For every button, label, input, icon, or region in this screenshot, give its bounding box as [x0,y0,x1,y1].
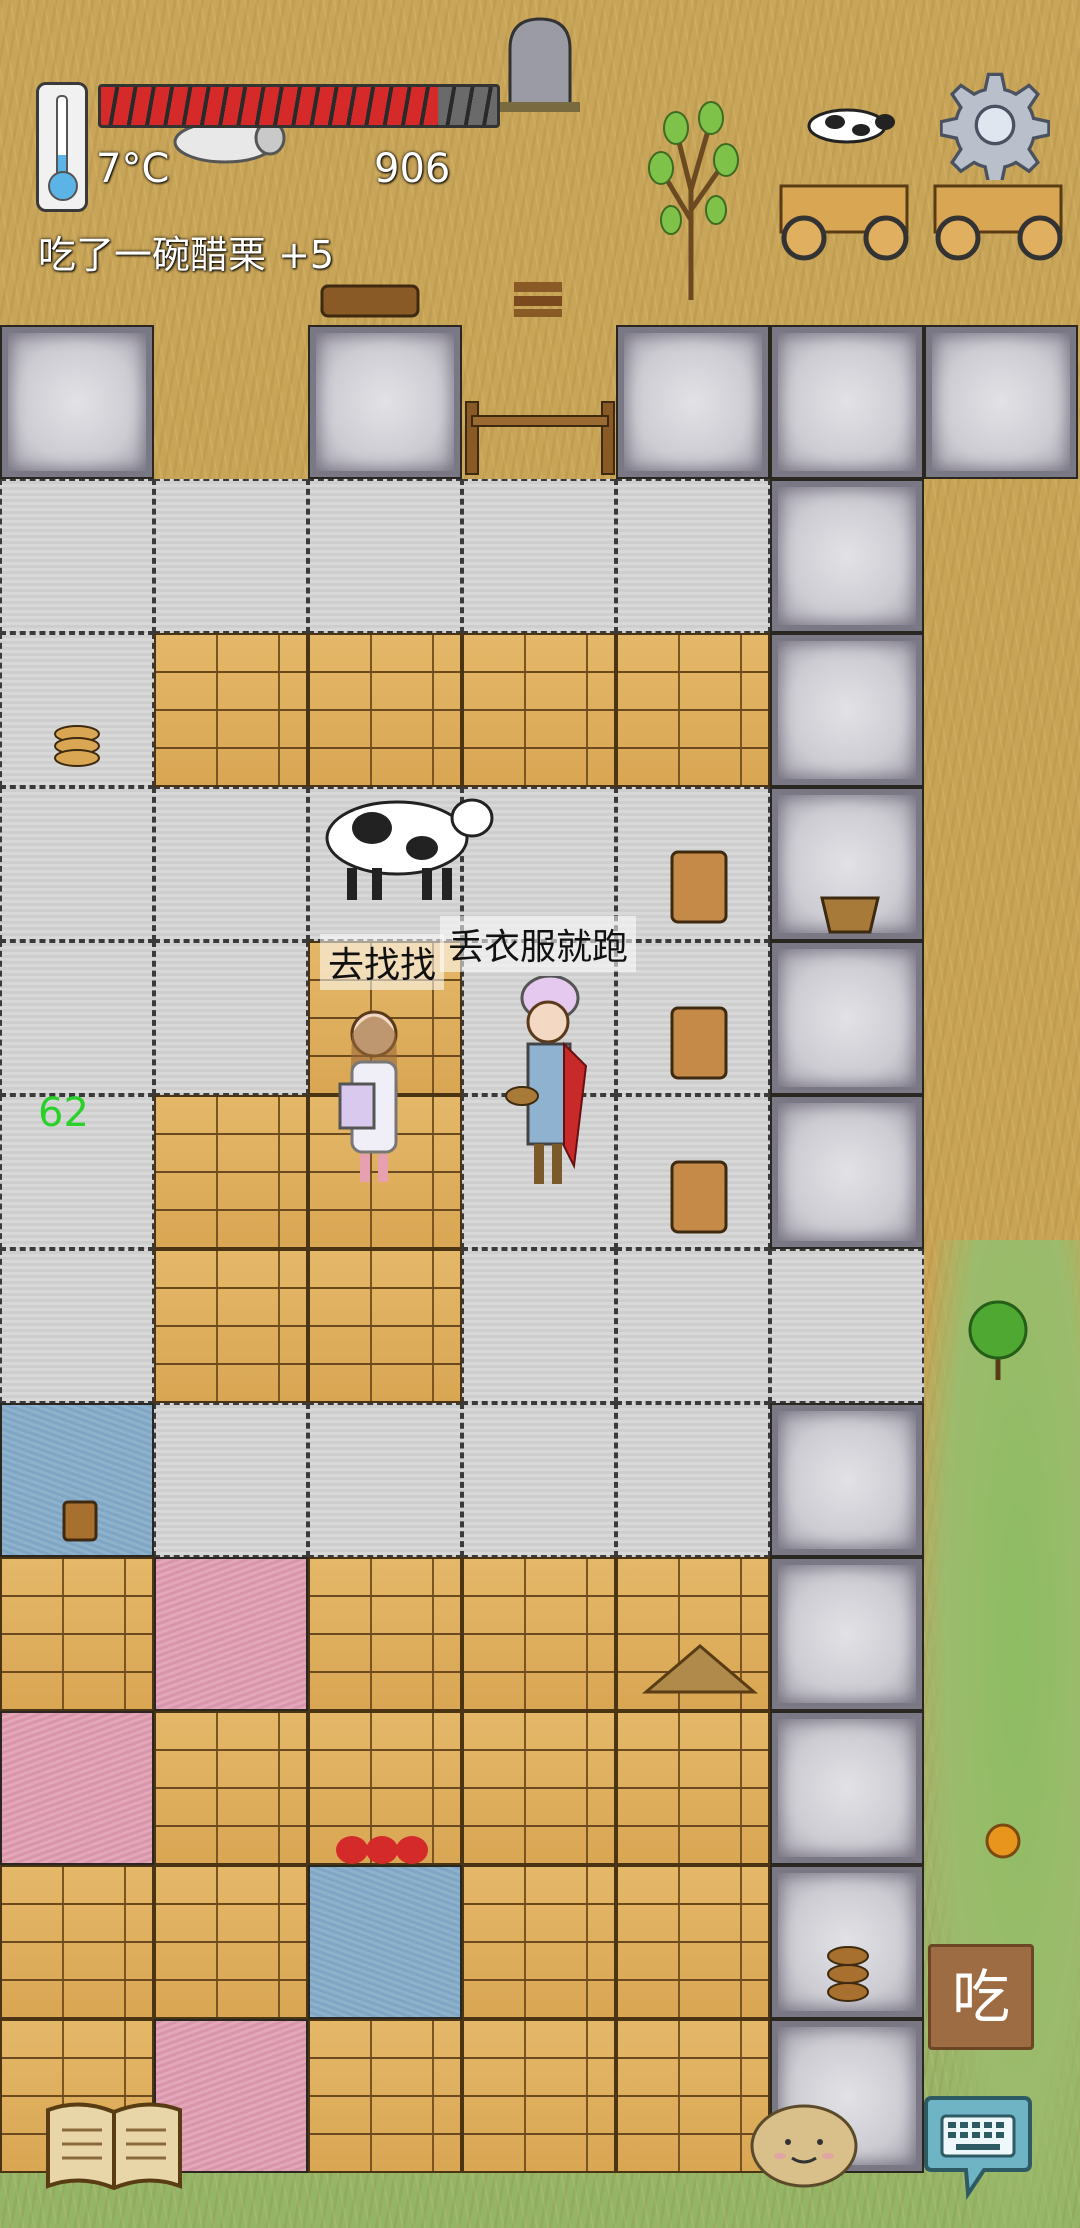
bowl-basket[interactable] [818,892,882,936]
bread-stack[interactable] [52,724,102,770]
floor-floor-tile [462,1403,616,1557]
score-readout: 906 [374,146,451,192]
wood-floor-tile [616,633,770,787]
wood-floor-tile [154,1711,308,1865]
wood-floor-tile [616,2019,770,2173]
stone-wall-tile [0,325,154,479]
floor-floor-tile [616,1249,770,1403]
wood-floor-tile [462,1557,616,1711]
grass-patch [925,1240,1080,2228]
wood-floor-tile [154,1095,308,1249]
wood-floor-tile [462,633,616,787]
clay-crock-2[interactable] [668,1002,730,1082]
floor-floor-tile [0,479,154,633]
wood-floor-tile [616,1711,770,1865]
maple-sapling[interactable] [964,1296,1032,1382]
floor-floor-tile [308,479,462,633]
floor-floor-tile [462,479,616,633]
stone-floor-tile [770,1711,924,1865]
basket-stack[interactable] [824,1944,872,2008]
yum-counter: 62 [38,1090,89,1136]
thermometer-icon [36,82,88,212]
wood-floor-tile [616,1865,770,2019]
handcart-left[interactable] [776,176,912,266]
floor-floor-tile [154,941,308,1095]
stone-floor-tile [770,633,924,787]
wooden-bucket[interactable] [60,1498,100,1544]
gravestone[interactable] [500,14,580,114]
gear-icon[interactable] [940,70,1050,180]
floor-floor-tile [462,1249,616,1403]
wood-floor-tile [154,1865,308,2019]
potato-face-icon[interactable] [748,2098,860,2190]
floor-floor-tile [0,787,154,941]
eat-button[interactable]: 吃 [928,1944,1034,2050]
stone-wall-tile [924,325,1078,479]
food-meter [98,84,500,128]
blue-floor-tile [308,1865,462,2019]
stone-floor-tile [770,1403,924,1557]
stone-floor-tile [770,941,924,1095]
speech-bubble-left: 去找找 [320,934,445,990]
floor-floor-tile [154,479,308,633]
floor-floor-tile [308,1403,462,1557]
floor-floor-tile [154,1403,308,1557]
wood-floor-tile [0,1557,154,1711]
wood-floor-tile [308,2019,462,2173]
floor-floor-tile [0,941,154,1095]
clay-crock-3[interactable] [668,1156,730,1236]
wood-floor-tile [462,2019,616,2173]
stone-wall-tile [770,325,924,479]
log-pile[interactable] [318,280,422,320]
wooden-fence-gate[interactable] [462,398,618,478]
wood-floor-tile [0,1865,154,2019]
keyboard-icon[interactable] [918,2094,1038,2200]
cow[interactable] [312,788,498,904]
last-meal-message: 吃了一碗醋栗 +5 [38,233,335,277]
wood-floor-tile [462,1711,616,1865]
stone-wall-tile [616,325,770,479]
stone-floor-tile [770,1095,924,1249]
kindling[interactable] [510,276,566,320]
temperature-readout: 7°C [96,146,170,192]
tinder-pile[interactable] [640,1636,760,1696]
cow-calf[interactable] [805,102,895,148]
floor-floor-tile [616,1403,770,1557]
pink-floor-tile [154,1557,308,1711]
floor-floor-tile [616,479,770,633]
floor-floor-tile [154,787,308,941]
player-woman[interactable] [494,976,594,1196]
wood-floor-tile [308,633,462,787]
stone-floor-tile [770,479,924,633]
floor-floor-tile [0,1249,154,1403]
wood-floor-tile [462,1865,616,2019]
wood-floor-tile [308,1557,462,1711]
pink-floor-tile [0,1711,154,1865]
handcart-right[interactable] [930,176,1066,266]
player-girl[interactable] [332,1004,412,1194]
clay-crock-1[interactable] [668,846,730,926]
stone-floor-tile [770,1557,924,1711]
stone-wall-tile [308,325,462,479]
wood-floor-tile [154,633,308,787]
speech-bubble-right: 丢衣服就跑 [440,916,637,972]
floor-floor-tile [770,1249,924,1403]
wood-floor-tile [154,1249,308,1403]
orange-fruit[interactable] [984,1822,1022,1860]
wood-floor-tile [308,1249,462,1403]
gooseberry-bush[interactable] [636,70,746,306]
book-icon[interactable] [44,2096,184,2192]
red-peppers[interactable] [330,1826,440,1872]
